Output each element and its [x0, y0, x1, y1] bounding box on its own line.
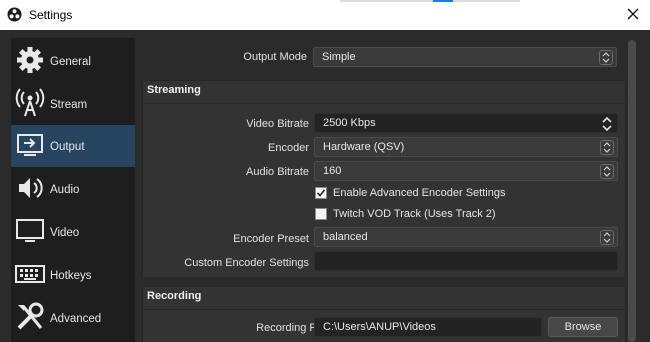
keyboard-icon: [15, 259, 45, 289]
sidebar-item-label: General: [50, 56, 91, 68]
tools-icon: [15, 302, 45, 332]
gear-icon: [15, 45, 45, 75]
window-top-highlight: [340, 0, 520, 2]
encoder-label: Encoder: [268, 142, 309, 154]
encoder-preset-label: Encoder Preset: [233, 233, 309, 245]
encoder-select[interactable]: Hardware (QSV): [314, 137, 618, 157]
recording-path-input[interactable]: C:\Users\ANUP\Videos: [314, 317, 542, 337]
twitch-vod-label[interactable]: Twitch VOD Track (Uses Track 2): [333, 208, 496, 220]
output-icon: [15, 130, 45, 160]
settings-sidebar: General Stream Output Audio Video Hotkey…: [11, 38, 135, 342]
title-bar: Settings: [0, 0, 650, 30]
streaming-group: Streaming Video Bitrate 2500 Kbps Encode…: [142, 80, 626, 278]
audio-bitrate-select[interactable]: 160: [314, 161, 618, 181]
chevron-updown-icon: [599, 50, 613, 65]
sidebar-item-video[interactable]: Video: [11, 211, 135, 253]
enable-advanced-label[interactable]: Enable Advanced Encoder Settings: [333, 187, 505, 199]
chevron-updown-icon: [600, 230, 614, 245]
sidebar-item-stream[interactable]: Stream: [11, 83, 135, 125]
video-bitrate-value: 2500 Kbps: [323, 117, 376, 129]
settings-content: Output Mode Simple Streaming Video Bitra…: [136, 38, 636, 342]
monitor-icon: [15, 216, 45, 246]
window-title: Settings: [29, 8, 73, 22]
encoder-preset-value: balanced: [323, 231, 368, 243]
twitch-vod-checkbox[interactable]: [315, 208, 327, 220]
custom-encoder-settings-input[interactable]: [314, 251, 618, 271]
browse-button[interactable]: Browse: [548, 317, 618, 337]
output-mode-select[interactable]: Simple: [313, 47, 617, 67]
audio-bitrate-value: 160: [323, 165, 342, 177]
streaming-group-title: Streaming: [147, 84, 201, 96]
encoder-preset-select[interactable]: balanced: [314, 227, 618, 247]
output-mode-label: Output Mode: [243, 51, 307, 63]
sidebar-item-label: Advanced: [50, 313, 102, 325]
close-icon[interactable]: [622, 5, 644, 25]
recording-path-value: C:\Users\ANUP\Videos: [323, 321, 436, 333]
sidebar-item-label: Stream: [50, 99, 88, 111]
sidebar-item-audio[interactable]: Audio: [11, 168, 135, 210]
output-mode-value: Simple: [322, 51, 356, 63]
encoder-value: Hardware (QSV): [323, 141, 405, 153]
sidebar-item-hotkeys[interactable]: Hotkeys: [11, 254, 135, 296]
recording-group-title: Recording: [147, 290, 202, 302]
audio-bitrate-label: Audio Bitrate: [246, 166, 309, 178]
sidebar-item-advanced[interactable]: Advanced: [11, 297, 135, 339]
recording-group: Recording Recording Path C:\Users\ANUP\V…: [142, 286, 626, 342]
scrollbar-thumb[interactable]: [628, 40, 636, 342]
sidebar-item-label: Output: [50, 141, 85, 153]
speaker-icon: [15, 173, 45, 203]
sidebar-item-label: Hotkeys: [50, 270, 92, 282]
enable-advanced-checkbox[interactable]: [315, 187, 327, 199]
chevron-updown-icon: [600, 164, 614, 179]
custom-encoder-settings-label: Custom Encoder Settings: [184, 257, 309, 269]
video-bitrate-spinbox[interactable]: 2500 Kbps: [314, 113, 618, 133]
chevron-updown-icon: [600, 140, 614, 155]
spin-arrows-icon[interactable]: [600, 116, 614, 132]
sidebar-item-general[interactable]: General: [11, 40, 135, 82]
sidebar-item-output[interactable]: Output: [11, 125, 135, 167]
content-scrollbar[interactable]: [627, 40, 637, 342]
sidebar-item-label: Audio: [50, 184, 80, 196]
video-bitrate-label: Video Bitrate: [246, 118, 309, 130]
obs-logo-icon: [7, 7, 22, 22]
sidebar-item-label: Video: [50, 227, 80, 239]
broadcast-icon: [15, 88, 45, 118]
